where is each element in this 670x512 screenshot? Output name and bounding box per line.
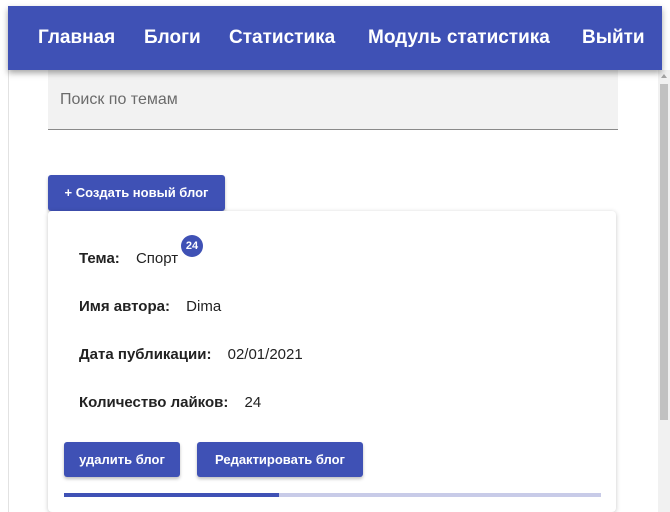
topic-row: Тема: Спорт (79, 250, 178, 267)
scroll-up-arrow-icon[interactable] (658, 70, 670, 82)
likes-value: 24 (244, 394, 262, 411)
nav-home[interactable]: Главная (38, 6, 115, 70)
author-row: Имя автора: Dima (79, 298, 221, 315)
author-value: Dima (186, 298, 222, 315)
top-navbar: Главная Блоги Статистика Модуль статисти… (8, 6, 662, 70)
blog-card: Тема: Спорт 24 Имя автора: Dima Дата пуб… (48, 211, 616, 512)
progress-bar-fill (64, 493, 279, 497)
topic-value: Спорт (135, 250, 179, 267)
vertical-scrollbar[interactable] (658, 70, 670, 512)
topic-count-badge: 24 (181, 235, 203, 257)
delete-blog-button[interactable]: удалить блог (64, 442, 180, 477)
content-left-edge (8, 70, 9, 512)
nav-logout[interactable]: Выйти (582, 6, 645, 70)
date-value: 02/01/2021 (227, 346, 303, 363)
nav-blogs[interactable]: Блоги (144, 6, 201, 70)
nav-statistics[interactable]: Статистика (229, 6, 335, 70)
scrollbar-thumb[interactable] (660, 84, 668, 420)
progress-bar (64, 493, 601, 497)
author-label: Имя автора: (79, 298, 170, 315)
date-row: Дата публикации: 02/01/2021 (79, 346, 303, 363)
create-blog-button[interactable]: + Создать новый блог (48, 175, 225, 211)
date-label: Дата публикации: (79, 346, 212, 363)
topic-label: Тема: (79, 250, 120, 267)
likes-label: Количество лайков: (79, 394, 229, 411)
edit-blog-button[interactable]: Редактировать блог (197, 442, 363, 477)
search-input[interactable] (48, 70, 618, 129)
search-box (48, 70, 618, 130)
nav-statistics-module[interactable]: Модуль статистика (368, 6, 550, 70)
likes-row: Количество лайков: 24 (79, 394, 261, 411)
